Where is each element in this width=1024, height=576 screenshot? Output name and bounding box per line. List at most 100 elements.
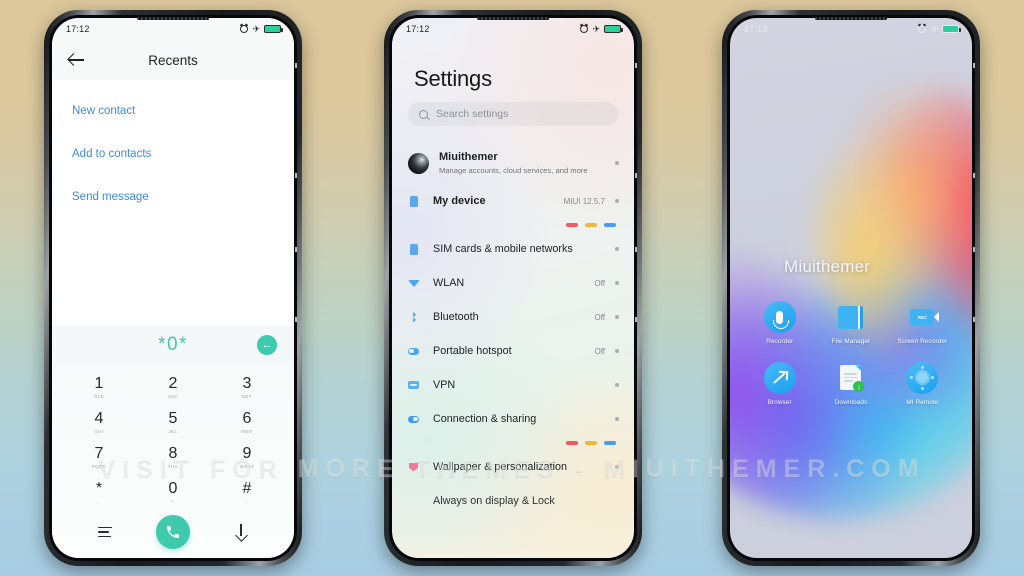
settings-row-sim-cards[interactable]: SIM cards & mobile networks — [392, 232, 634, 266]
key-6[interactable]: 6 MNO — [210, 405, 284, 440]
option-new-contact[interactable]: New contact — [72, 96, 274, 126]
settings-row-portable-hotspot[interactable]: Portable hotspot Off — [392, 334, 634, 368]
dialer-screen: 17:12 ✈ Recents New contact Add to conta… — [52, 18, 294, 558]
key-digit: 5 — [168, 410, 178, 428]
battery-icon — [264, 24, 283, 34]
app-label: Screen Recorder — [897, 338, 948, 345]
settings-row-bluetooth[interactable]: Bluetooth Off — [392, 300, 634, 334]
key-digit: 9 — [242, 445, 252, 463]
keypad-area: *0* ← 1 OLD 2 ABC 3 DEF 4 GHI 5 JKL 6 MN… — [52, 326, 294, 558]
settings-screen: 17:12 ✈ Settings Search settings Miuithe… — [392, 18, 634, 558]
row-text: Portable hotspot — [433, 344, 594, 358]
download-document-icon: ↓ — [835, 362, 867, 394]
key-1[interactable]: 1 OLD — [62, 370, 136, 405]
chevron-dot-icon — [615, 161, 619, 165]
backspace-button[interactable]: ← — [257, 335, 277, 355]
key-digit: # — [242, 480, 252, 498]
app-screen-recorder[interactable]: REC Screen Recorder — [887, 301, 958, 347]
option-send-message[interactable]: Send message — [72, 182, 274, 212]
chevron-dot-icon — [615, 349, 619, 353]
key-8[interactable]: 8 TUV — [136, 440, 210, 475]
row-label: SIM cards & mobile networks — [433, 242, 573, 255]
option-add-to-contacts[interactable]: Add to contacts — [72, 139, 274, 169]
row-text: My device — [433, 194, 564, 208]
page-title: Settings — [414, 66, 492, 91]
app-file-manager[interactable]: File Manager — [815, 301, 886, 347]
wallpaper-icon — [408, 462, 419, 472]
settings-row-wlan[interactable]: WLAN Off — [392, 266, 634, 300]
key-star[interactable]: * , — [62, 475, 136, 510]
antenna-line — [295, 247, 297, 252]
phone-bezel: 17:12 ✈ Miuithemer Recorder File Manager… — [727, 15, 975, 561]
key-0[interactable]: 0 + — [136, 475, 210, 510]
row-text: Connection & sharing — [433, 412, 605, 426]
key-letters: MNO — [241, 428, 253, 434]
row-label: Wallpaper & personalization — [433, 460, 568, 473]
app-label: File Manager — [831, 338, 871, 345]
key-5[interactable]: 5 JKL — [136, 405, 210, 440]
row-text: VPN — [433, 378, 605, 392]
key-letters: + — [171, 498, 175, 504]
key-letters: TUV — [167, 463, 179, 469]
phone-device-settings: 17:12 ✈ Settings Search settings Miuithe… — [384, 10, 642, 566]
battery-icon — [604, 24, 623, 34]
key-letters: DEF — [241, 393, 253, 399]
key-digit: 0 — [168, 480, 178, 498]
key-letters: JKL — [168, 428, 178, 434]
search-placeholder: Search settings — [436, 108, 509, 120]
settings-list: Miuithemer Manage accounts, cloud servic… — [392, 138, 634, 522]
search-settings-input[interactable]: Search settings — [408, 102, 618, 126]
sim-icon — [408, 195, 419, 207]
dialed-number[interactable]: *0* — [158, 334, 188, 356]
antenna-line — [973, 173, 975, 178]
antenna-line — [635, 247, 637, 252]
call-button[interactable] — [156, 515, 190, 549]
key-4[interactable]: 4 GHI — [62, 405, 136, 440]
app-browser[interactable]: Browser — [744, 361, 815, 408]
app-bar: Recents — [52, 40, 294, 80]
settings-row-wallpaper[interactable]: Wallpaper & personalization — [392, 450, 634, 484]
app-recorder[interactable]: Recorder — [744, 301, 815, 347]
key-hash[interactable]: # ; — [210, 475, 284, 510]
menu-icon[interactable] — [98, 526, 112, 538]
row-label: Bluetooth — [433, 310, 479, 323]
app-downloads[interactable]: ↓ Downloads — [815, 362, 886, 408]
key-digit: 6 — [242, 410, 252, 428]
settings-row-connection-sharing[interactable]: Connection & sharing — [392, 402, 634, 436]
app-label: MI Remote — [906, 398, 939, 406]
settings-row-vpn[interactable]: VPN — [392, 368, 634, 402]
hide-keypad-icon[interactable] — [234, 524, 248, 540]
key-digit: 2 — [168, 375, 178, 393]
status-time: 17:12 — [406, 24, 430, 34]
row-text: SIM cards & mobile networks — [433, 242, 605, 256]
antenna-line — [295, 63, 297, 68]
chevron-dot-icon — [615, 465, 619, 469]
dot-blue — [604, 441, 616, 445]
row-value: Off — [594, 312, 605, 322]
keypad-grid: 1 OLD 2 ABC 3 DEF 4 GHI 5 JKL 6 MNO 7 PQ… — [52, 364, 294, 510]
app-mi-remote[interactable]: MI Remote — [887, 361, 958, 408]
dot-red — [566, 441, 578, 445]
key-2[interactable]: 2 ABC — [136, 370, 210, 405]
key-digit: 8 — [168, 445, 178, 463]
sim-icon — [408, 243, 419, 255]
key-9[interactable]: 9 WXYZ — [210, 440, 284, 475]
key-digit: 3 — [242, 375, 252, 393]
list-fade-mask — [392, 549, 634, 558]
key-digit: * — [95, 480, 103, 498]
row-text: Bluetooth — [433, 310, 594, 324]
rec-label: REC — [917, 314, 927, 320]
account-name: Miuithemer — [439, 151, 498, 164]
row-value: MIUI 12.5.7 — [563, 196, 605, 206]
wallpaper-gradient — [730, 18, 972, 558]
settings-row-my-device[interactable]: My device MIUI 12.5.7 — [392, 184, 634, 218]
antenna-line — [635, 173, 637, 178]
app-label: Downloads — [834, 398, 868, 406]
status-icons: ✈ — [918, 24, 961, 34]
key-7[interactable]: 7 PQRS — [62, 440, 136, 475]
key-3[interactable]: 3 DEF — [210, 370, 284, 405]
phone-bezel: 17:12 ✈ Recents New contact Add to conta… — [49, 15, 297, 561]
settings-row-account[interactable]: Miuithemer Manage accounts, cloud servic… — [392, 138, 634, 184]
row-value: Off — [594, 346, 605, 356]
settings-row-always-on-display[interactable]: Always on display & Lock — [392, 484, 634, 518]
